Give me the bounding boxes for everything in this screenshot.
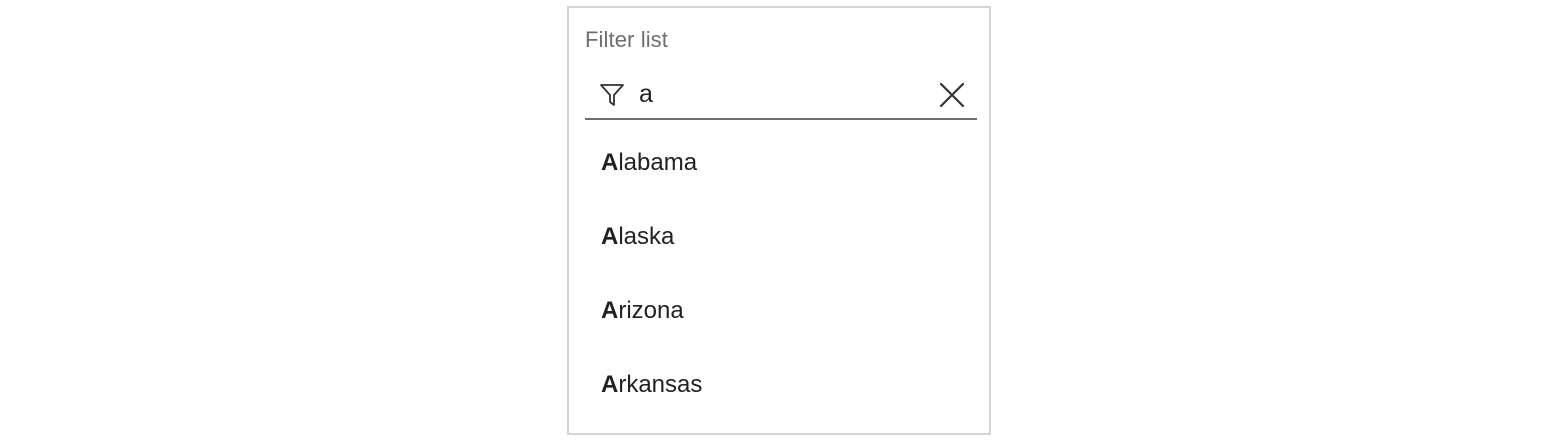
- list-item-label: labama: [618, 149, 698, 176]
- list-item[interactable]: Alaska: [569, 200, 989, 274]
- results-list: Alabama Alaska Arizona Arkansas: [569, 126, 989, 422]
- list-item[interactable]: Arizona: [569, 274, 989, 348]
- filter-list-panel: Filter list Alabama Alaska Arizona Arkan…: [567, 6, 991, 435]
- match-highlight: A: [601, 371, 619, 398]
- match-highlight: A: [601, 223, 619, 250]
- filter-list-label: Filter list: [585, 27, 668, 52]
- match-highlight: A: [601, 149, 619, 176]
- list-item[interactable]: Arkansas: [569, 348, 989, 422]
- funnel-icon: [600, 84, 624, 106]
- filter-search-field[interactable]: [585, 70, 977, 120]
- match-highlight: A: [601, 297, 619, 324]
- list-item-label: laska: [618, 223, 675, 250]
- close-icon[interactable]: [939, 82, 965, 108]
- list-item-label: rizona: [618, 297, 684, 324]
- list-item[interactable]: Alabama: [569, 126, 989, 200]
- filter-search-input[interactable]: [639, 76, 919, 112]
- list-item-label: rkansas: [618, 371, 703, 398]
